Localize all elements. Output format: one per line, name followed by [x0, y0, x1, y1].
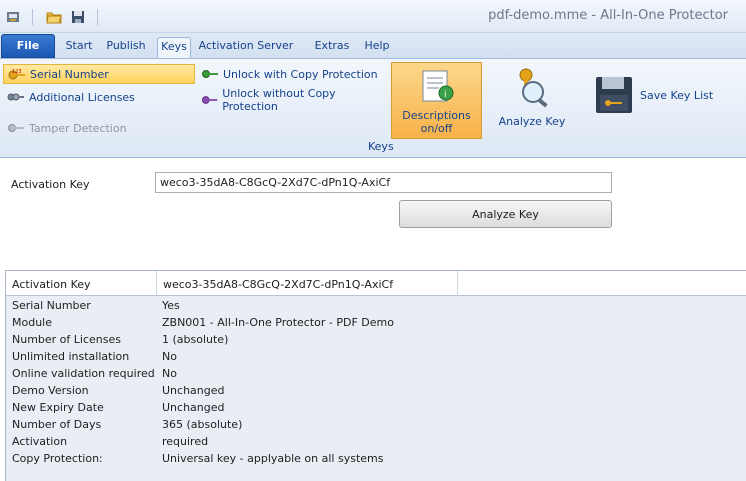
ribbon-panel: 123 Serial Number Additional Licenses Ta… [0, 58, 746, 158]
tab-start[interactable]: Start [60, 37, 98, 58]
app-icon[interactable] [2, 8, 24, 26]
results-header-value: weco3-35dA8-C8GcQ-2Xd7C-dPn1Q-AxiCf [156, 271, 458, 296]
descriptions-toggle-button[interactable]: i Descriptions on/off [391, 62, 482, 139]
tamper-key-icon [8, 124, 24, 132]
tab-keys[interactable]: Keys [157, 37, 191, 58]
additional-licenses-button[interactable]: Additional Licenses [3, 87, 193, 107]
table-row: Demo Version Unchanged [12, 384, 225, 397]
activation-key-input[interactable] [155, 172, 612, 193]
analyze-key-button[interactable]: Analyze Key [399, 200, 612, 228]
title-bar: pdf-demo.mme - All-In-One Protector [0, 0, 746, 33]
analysis-results-table: Activation Key weco3-35dA8-C8GcQ-2Xd7C-d… [5, 270, 746, 481]
activation-key-form: Activation Key Analyze Key [0, 160, 746, 270]
results-header-key: Activation Key [12, 278, 91, 291]
document-info-icon: i [422, 70, 453, 102]
table-row: New Expiry Date Unchanged [12, 401, 225, 414]
green-key-icon [202, 70, 218, 78]
table-row: Activation required [12, 435, 209, 448]
unlock-with-copy-protection-button[interactable]: Unlock with Copy Protection [197, 64, 387, 84]
ribbon-group-label: Keys [368, 140, 394, 153]
ribbon-tab-bar: File Start Publish Keys Activation Serve… [0, 33, 746, 58]
magnifier-key-icon [519, 68, 548, 108]
qat-separator [32, 9, 33, 25]
keys-icon [7, 93, 24, 101]
serial-number-button[interactable]: 123 Serial Number [3, 64, 195, 84]
quick-access-toolbar [0, 8, 106, 26]
floppy-key-icon [596, 77, 632, 113]
tab-extras[interactable]: Extras [312, 37, 352, 58]
open-folder-icon[interactable] [43, 8, 65, 26]
save-icon[interactable] [67, 8, 89, 26]
tab-help[interactable]: Help [360, 37, 394, 58]
table-row: Copy Protection: Universal key - applyabl… [12, 452, 384, 465]
svg-text:i: i [444, 90, 447, 100]
table-row: Number of Days 365 (absolute) [12, 418, 243, 431]
tab-file[interactable]: File [1, 34, 55, 58]
window-title: pdf-demo.mme - All-In-One Protector [488, 8, 728, 23]
tamper-detection-button[interactable]: Tamper Detection [3, 118, 193, 138]
purple-key-icon [201, 96, 218, 104]
tab-activation-server[interactable]: Activation Server [198, 37, 294, 58]
table-row: Number of Licenses 1 (absolute) [12, 333, 229, 346]
activation-key-label: Activation Key [11, 178, 90, 191]
serial-key-icon: 123 [8, 69, 25, 80]
unlock-without-copy-protection-button[interactable]: Unlock without Copy Protection [197, 87, 387, 113]
analyze-key-ribbon-button[interactable]: Analyze Key [492, 65, 572, 137]
table-row: Module ZBN001 - All-In-One Protector - PD… [12, 316, 394, 329]
qat-separator [97, 9, 98, 25]
table-row: Unlimited installation No [12, 350, 177, 363]
save-key-list-button[interactable]: Save Key List [590, 74, 740, 116]
table-row: Online validation required No [12, 367, 177, 380]
tab-publish[interactable]: Publish [102, 37, 150, 58]
results-header-row: Activation Key weco3-35dA8-C8GcQ-2Xd7C-d… [6, 271, 746, 296]
svg-text:123: 123 [12, 69, 22, 75]
table-row: Serial Number Yes [12, 299, 180, 312]
